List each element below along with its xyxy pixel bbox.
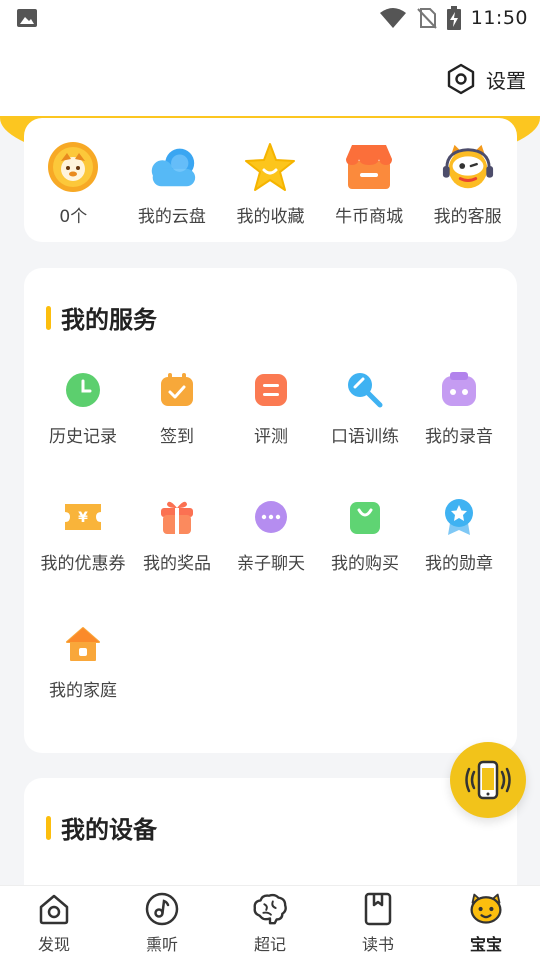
quick-customer-service[interactable]: 我的客服 xyxy=(423,142,513,227)
tab-baby-label: 宝宝 xyxy=(469,935,502,954)
title-accent-bar xyxy=(46,305,51,330)
tab-reading[interactable]: 读书 xyxy=(338,891,418,955)
service-oral-training-label: 口语训练 xyxy=(331,427,399,447)
book-icon xyxy=(364,892,392,926)
cloud-icon xyxy=(151,148,196,187)
baby-icon xyxy=(470,893,502,924)
tab-listen[interactable]: 熏听 xyxy=(122,891,202,955)
tab-listen-label: 熏听 xyxy=(145,935,178,954)
clock-time: 11:50 xyxy=(470,7,528,29)
service-purchases-label: 我的购买 xyxy=(331,554,399,574)
quick-coin-mall-label: 牛币商城 xyxy=(335,207,404,227)
quick-coin-mall[interactable]: 牛币商城 xyxy=(324,142,414,227)
services-card: 我的服务 历史记录 签到 评测 口语训练 我的录音 ¥ 我的优惠券 我的奖品 亲… xyxy=(24,268,517,753)
service-purchases[interactable]: 我的购买 xyxy=(318,497,412,574)
tab-baby[interactable]: 宝宝 xyxy=(446,891,526,955)
quick-favorites-label: 我的收藏 xyxy=(236,207,305,227)
medal-icon xyxy=(445,499,473,535)
tab-discover-label: 发现 xyxy=(37,935,70,954)
quick-customer-service-label: 我的客服 xyxy=(433,207,502,227)
quick-coins-label: 0个 xyxy=(59,207,88,227)
tab-discover[interactable]: 发现 xyxy=(14,891,94,955)
service-family-label: 我的家庭 xyxy=(49,681,117,701)
services-title: 我的服务 xyxy=(61,306,157,334)
service-recording[interactable]: 我的录音 xyxy=(412,370,506,447)
settings-button[interactable]: 设置 xyxy=(446,62,526,96)
floating-device-button[interactable] xyxy=(450,742,526,818)
tab-memory-label: 超记 xyxy=(253,935,286,954)
wifi-icon xyxy=(379,8,406,28)
calendar-check-icon xyxy=(161,373,193,406)
microphone-icon xyxy=(348,373,383,408)
quick-cloud-disk[interactable]: 我的云盘 xyxy=(127,142,217,227)
clock-icon xyxy=(66,373,100,407)
service-recording-label: 我的录音 xyxy=(425,427,493,447)
service-check-in[interactable]: 签到 xyxy=(130,370,224,447)
service-check-in-label: 签到 xyxy=(160,427,194,447)
devices-section-title: 我的设备 xyxy=(46,810,157,845)
settings-label: 设置 xyxy=(486,68,526,93)
service-family[interactable]: 我的家庭 xyxy=(36,624,130,701)
service-family-chat[interactable]: 亲子聊天 xyxy=(224,497,318,574)
quick-actions-card: 0个 我的云盘 我的收藏 牛币商城 我的客服 xyxy=(24,118,517,242)
tab-reading-label: 读书 xyxy=(361,935,394,954)
service-family-chat-label: 亲子聊天 xyxy=(237,554,305,574)
battery-charging-icon xyxy=(446,6,461,30)
evaluation-icon xyxy=(255,374,287,406)
service-coupons[interactable]: ¥ 我的优惠券 xyxy=(36,497,130,574)
service-evaluation-label: 评测 xyxy=(254,427,288,447)
services-grid: 历史记录 签到 评测 口语训练 我的录音 ¥ 我的优惠券 我的奖品 亲子聊天 我… xyxy=(36,370,506,701)
customer-service-icon xyxy=(442,144,493,189)
recording-icon xyxy=(442,372,476,406)
bottom-tab-bar: 发现 熏听 超记 读书 宝宝 xyxy=(0,885,540,960)
quick-cloud-disk-label: 我的云盘 xyxy=(137,207,206,227)
gift-icon xyxy=(161,501,193,534)
phone-vibrate-icon xyxy=(465,760,511,800)
service-prizes-label: 我的奖品 xyxy=(143,554,211,574)
no-sim-icon xyxy=(417,8,437,29)
service-medals-label: 我的勋章 xyxy=(425,554,493,574)
service-evaluation[interactable]: 评测 xyxy=(224,370,318,447)
tab-memory[interactable]: 超记 xyxy=(230,891,310,955)
shop-icon xyxy=(346,145,393,189)
shopping-bag-icon xyxy=(350,502,380,534)
service-prizes[interactable]: 我的奖品 xyxy=(130,497,224,574)
svg-text:¥: ¥ xyxy=(78,510,88,526)
service-coupons-label: 我的优惠券 xyxy=(40,554,126,574)
service-history[interactable]: 历史记录 xyxy=(36,370,130,447)
services-section-title: 我的服务 xyxy=(46,300,157,335)
title-accent-bar xyxy=(46,815,51,840)
chat-icon xyxy=(255,501,287,533)
home-icon xyxy=(66,627,100,661)
music-note-icon xyxy=(145,892,179,926)
discover-icon xyxy=(39,894,69,925)
devices-title: 我的设备 xyxy=(61,816,157,844)
status-bar: 11:50 xyxy=(0,0,540,36)
service-history-label: 历史记录 xyxy=(49,427,117,447)
service-oral-training[interactable]: 口语训练 xyxy=(318,370,412,447)
service-medals[interactable]: 我的勋章 xyxy=(412,497,506,574)
star-icon xyxy=(245,143,296,191)
settings-icon xyxy=(447,63,475,95)
header: 设置 xyxy=(0,36,540,118)
brain-icon xyxy=(253,893,287,925)
coin-icon xyxy=(48,142,99,192)
coupon-icon: ¥ xyxy=(65,504,101,530)
quick-favorites[interactable]: 我的收藏 xyxy=(225,142,315,227)
image-notification-icon xyxy=(17,9,37,27)
quick-coins[interactable]: 0个 xyxy=(28,142,118,227)
